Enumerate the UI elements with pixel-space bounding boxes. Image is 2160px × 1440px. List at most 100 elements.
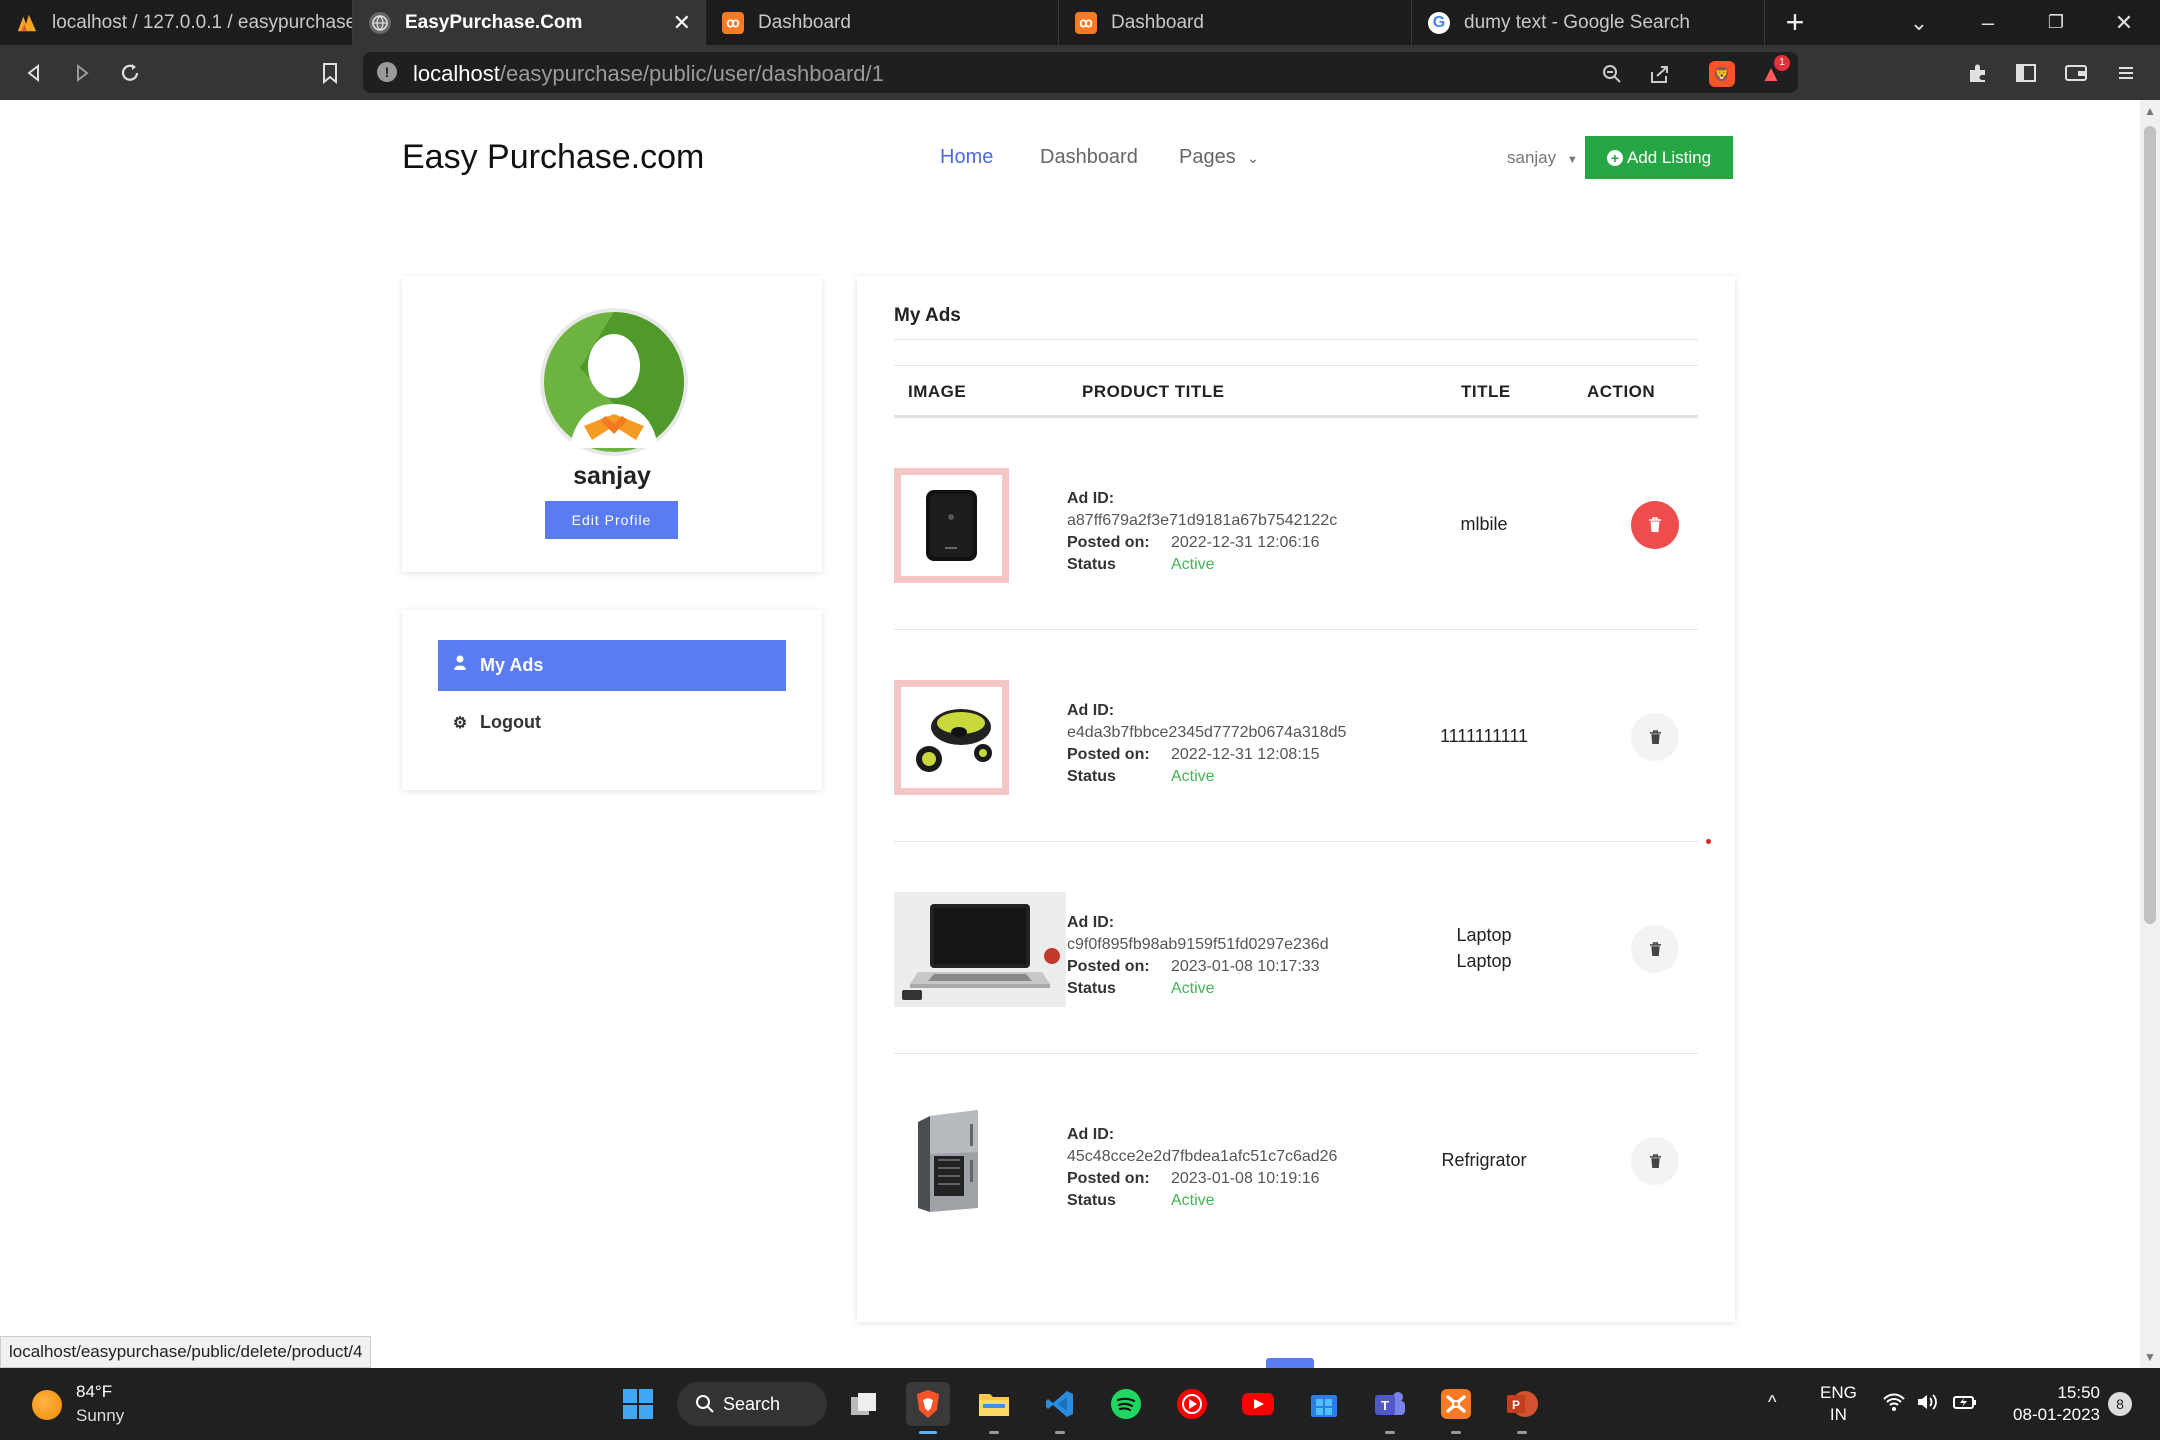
delete-button[interactable] xyxy=(1631,925,1679,973)
back-icon[interactable] xyxy=(18,57,50,89)
status-badge: Active xyxy=(1171,556,1215,573)
forward-icon[interactable] xyxy=(66,57,98,89)
edit-profile-button[interactable]: Edit Profile xyxy=(545,501,678,539)
table-row: Ad ID: a87ff679a2f3e71d9181a67b7542122c … xyxy=(894,418,1698,630)
pagination-active-page[interactable] xyxy=(1266,1358,1314,1368)
tab-phpmyadmin[interactable]: localhost / 127.0.0.1 / easypurchase / xyxy=(0,0,353,45)
minimize-icon[interactable]: – xyxy=(1958,0,2018,45)
delete-button[interactable] xyxy=(1631,1137,1679,1185)
microsoft-store-icon[interactable] xyxy=(1302,1382,1346,1426)
posted-on: 2023-01-08 10:17:33 xyxy=(1171,958,1320,975)
brave-shields-icon[interactable]: 🦁 xyxy=(1709,61,1735,87)
sun-icon[interactable] xyxy=(32,1390,62,1420)
trash-icon xyxy=(1649,1153,1661,1168)
share-icon[interactable] xyxy=(1646,61,1672,87)
page-scrollbar[interactable]: ▲ ▼ xyxy=(2140,100,2160,1368)
col-product-title: PRODUCT TITLE xyxy=(1082,382,1225,401)
scroll-down-icon[interactable]: ▼ xyxy=(2144,1350,2156,1364)
tab-search-chevron-icon[interactable]: ⌄ xyxy=(1889,0,1949,45)
browser-toolbar: ! localhost/easypurchase/public/user/das… xyxy=(0,45,2160,100)
brave-browser-icon[interactable] xyxy=(906,1382,950,1434)
notification-badge[interactable]: 8 xyxy=(2108,1392,2132,1416)
user-dropdown[interactable]: sanjay ▼ xyxy=(1507,148,1578,168)
profile-card: sanjay Edit Profile xyxy=(402,276,822,572)
brave-rewards-icon[interactable]: ▲ 1 xyxy=(1758,55,1790,87)
scroll-up-icon[interactable]: ▲ xyxy=(2144,104,2156,118)
teams-icon[interactable]: T xyxy=(1368,1382,1412,1434)
reload-icon[interactable] xyxy=(114,57,146,89)
vscode-icon[interactable] xyxy=(1038,1382,1082,1434)
show-hidden-icons[interactable]: ^ xyxy=(1768,1392,1776,1413)
extensions-icon[interactable] xyxy=(1962,57,1994,89)
window-close-icon[interactable]: ✕ xyxy=(2094,0,2154,45)
tab-label: Dashboard xyxy=(1111,11,1204,33)
site-info-icon[interactable]: ! xyxy=(377,62,397,82)
ad-id: e4da3b7fbbce2345d7772b0674a318d5 xyxy=(1067,724,1347,741)
product-image[interactable] xyxy=(894,892,1066,1007)
posted-on: 2023-01-08 10:19:16 xyxy=(1171,1170,1320,1187)
youtube-music-icon[interactable] xyxy=(1170,1382,1214,1426)
site-brand[interactable]: Easy Purchase.com xyxy=(402,138,704,177)
ad-meta: Ad ID: c9f0f895fb98ab9159f51fd0297e236d … xyxy=(1067,914,1329,997)
powerpoint-icon[interactable]: P xyxy=(1500,1382,1544,1434)
delete-button[interactable] xyxy=(1631,713,1679,761)
weather-temp[interactable]: 84°F xyxy=(76,1382,112,1402)
google-icon: G xyxy=(1428,11,1450,34)
battery-icon[interactable] xyxy=(1952,1392,1978,1417)
wallet-icon[interactable] xyxy=(2060,57,2092,89)
tab-label: localhost / 127.0.0.1 / easypurchase / xyxy=(52,11,353,33)
delete-button[interactable] xyxy=(1631,501,1679,549)
scroll-thumb[interactable] xyxy=(2144,126,2156,924)
product-image[interactable] xyxy=(894,468,1009,583)
taskbar-search[interactable]: Search xyxy=(677,1382,827,1426)
tab-google-search[interactable]: G dumy text - Google Search xyxy=(1412,0,1765,45)
tab-label: Dashboard xyxy=(758,11,851,33)
product-image[interactable] xyxy=(894,1104,1009,1219)
table-row: Ad ID: 45c48cce2e2d7fbdea1afc51c7c6ad26 … xyxy=(894,1054,1698,1266)
menu-icon[interactable] xyxy=(2110,57,2142,89)
profile-name: sanjay xyxy=(573,462,651,490)
address-bar[interactable]: ! localhost/easypurchase/public/user/das… xyxy=(363,52,1798,93)
posted-on: 2022-12-31 12:08:15 xyxy=(1171,746,1320,763)
youtube-icon[interactable] xyxy=(1236,1382,1280,1426)
volume-icon[interactable] xyxy=(1916,1392,1940,1417)
nav-dashboard[interactable]: Dashboard xyxy=(1040,146,1138,169)
spotify-icon[interactable] xyxy=(1104,1382,1148,1426)
windows-start-icon[interactable] xyxy=(616,1382,660,1426)
nav-pages[interactable]: Pages ⌄ xyxy=(1179,146,1259,169)
status-badge: Active xyxy=(1171,980,1215,997)
zoom-icon[interactable] xyxy=(1599,61,1625,87)
add-listing-button[interactable]: + Add Listing xyxy=(1585,136,1733,179)
close-icon[interactable]: ✕ xyxy=(673,10,691,36)
col-action: ACTION xyxy=(1587,382,1656,401)
file-explorer-icon[interactable] xyxy=(972,1382,1016,1434)
col-image: IMAGE xyxy=(908,382,967,401)
wifi-icon[interactable] xyxy=(1882,1392,1906,1417)
weather-condition[interactable]: Sunny xyxy=(76,1406,124,1426)
input-language[interactable]: ENG IN xyxy=(1820,1382,1857,1426)
ad-title: 1111111111 xyxy=(1439,726,1529,746)
sidebar-icon[interactable] xyxy=(2010,57,2042,89)
xampp-icon[interactable] xyxy=(1434,1382,1478,1434)
menu-item-logout[interactable]: ⚙ Logout xyxy=(438,697,786,748)
task-view-icon[interactable] xyxy=(842,1382,886,1426)
trash-icon xyxy=(1649,729,1661,744)
tab-easypurchase[interactable]: EasyPurchase.Com ✕ xyxy=(353,0,706,45)
tab-label: dumy text - Google Search xyxy=(1464,11,1690,33)
ad-title: Laptop Laptop xyxy=(1456,925,1512,971)
url-text: localhost/easypurchase/public/user/dashb… xyxy=(413,61,884,86)
restore-icon[interactable]: ❐ xyxy=(2026,0,2086,45)
tab-dashboard-1[interactable]: ꝏ Dashboard xyxy=(706,0,1059,45)
menu-item-my-ads[interactable]: My Ads xyxy=(438,640,786,691)
tab-dashboard-2[interactable]: ꝏ Dashboard xyxy=(1059,0,1412,45)
xampp-icon: ꝏ xyxy=(722,11,744,34)
system-clock[interactable]: 15:50 08-01-2023 xyxy=(2000,1382,2100,1426)
new-tab-button[interactable]: + xyxy=(1765,0,1825,45)
nav-home[interactable]: Home xyxy=(940,146,993,169)
product-image[interactable] xyxy=(894,680,1009,795)
divider xyxy=(894,365,1698,366)
bookmark-icon[interactable] xyxy=(314,57,346,89)
status-badge: Active xyxy=(1171,768,1215,785)
gear-icon: ⚙ xyxy=(452,714,468,732)
browser-tab-bar: localhost / 127.0.0.1 / easypurchase / E… xyxy=(0,0,2160,45)
